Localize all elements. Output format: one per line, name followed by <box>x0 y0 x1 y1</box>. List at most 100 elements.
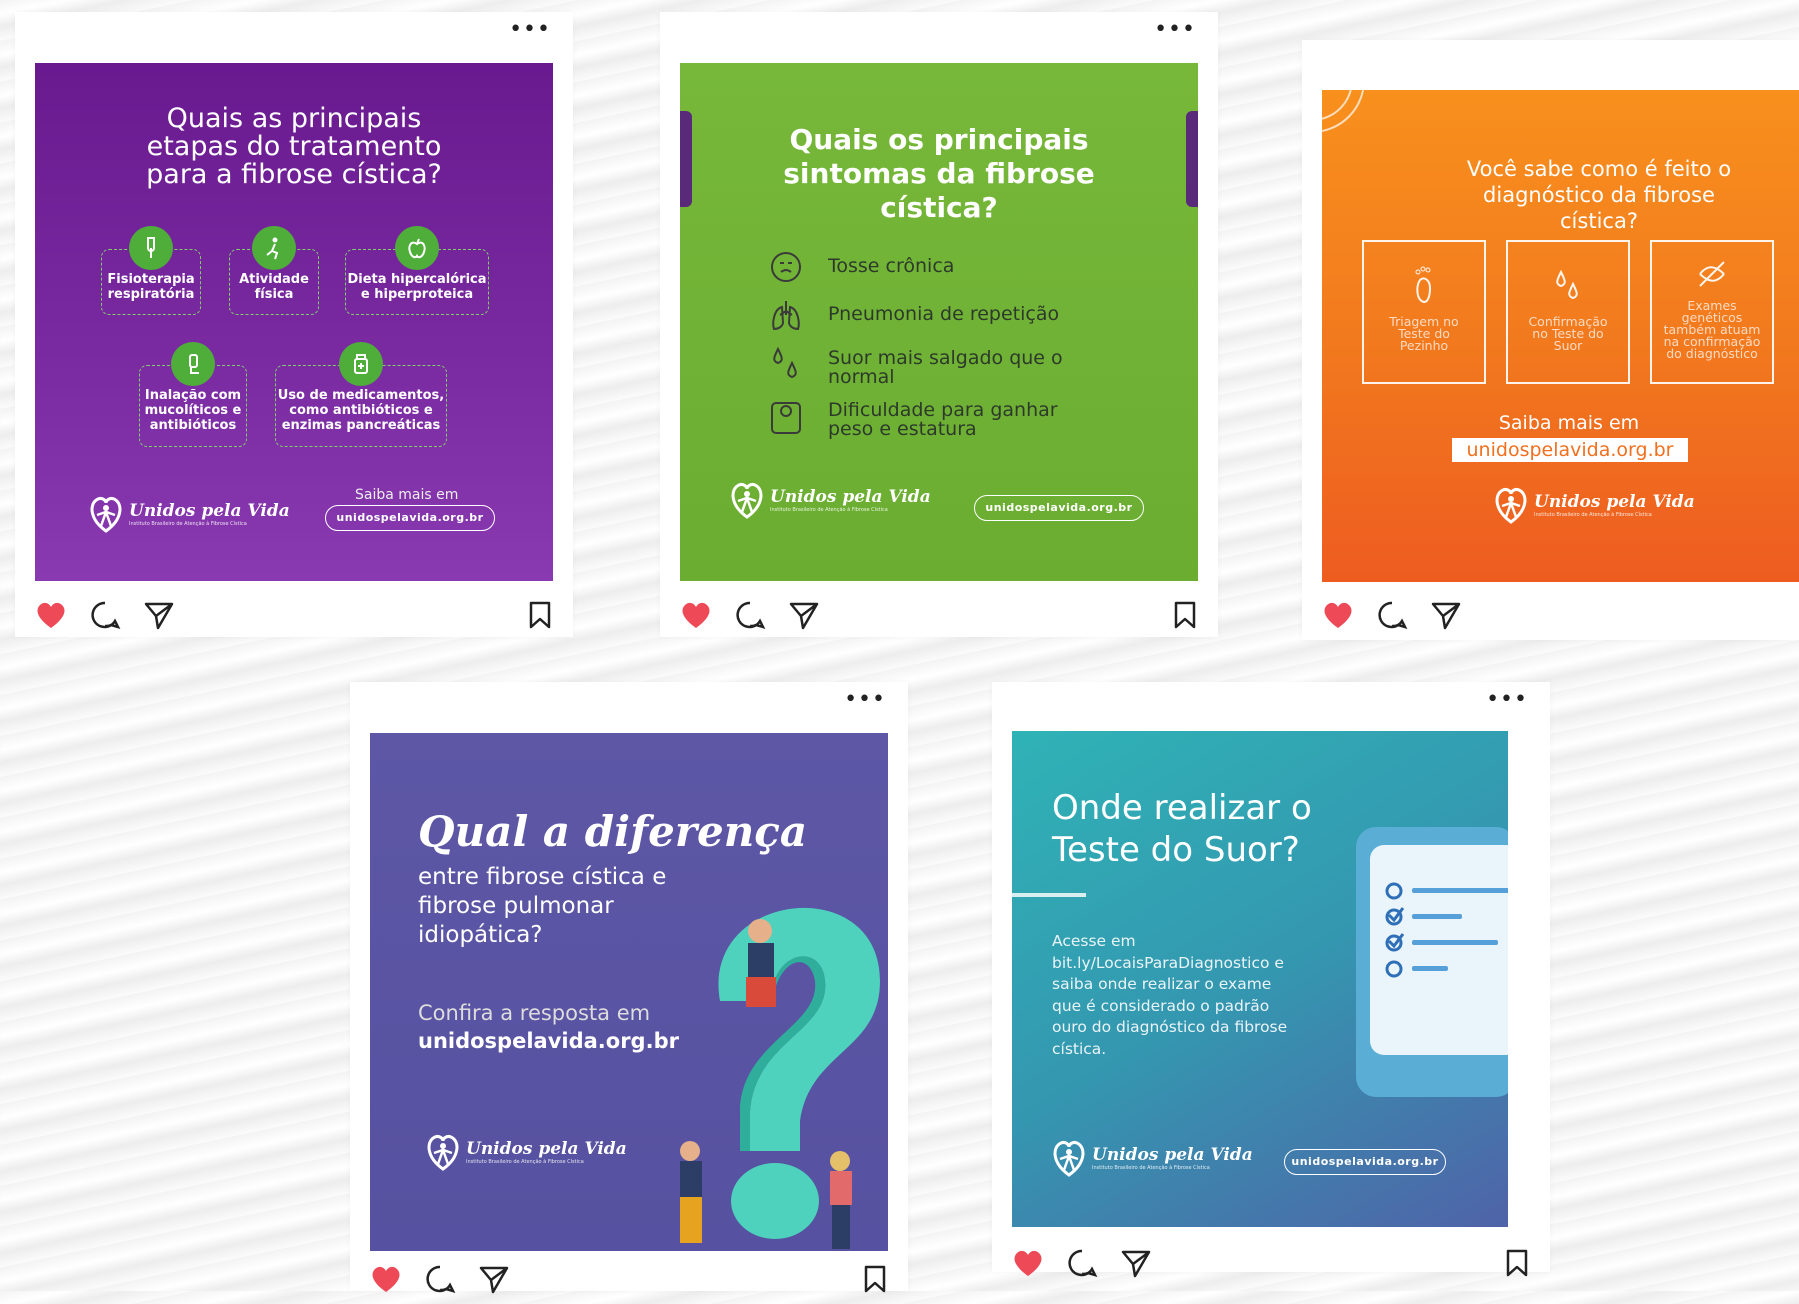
test-label: Confirmação no Teste do Suor <box>1528 314 1608 353</box>
more-options-button[interactable]: ••• <box>509 19 551 41</box>
cta-text: Saiba mais em <box>355 487 459 503</box>
post-image[interactable]: Quais as principais etapas do tratamento… <box>35 63 553 581</box>
heart-logo-icon <box>731 483 763 519</box>
brand-name: Unidos pela Vida <box>770 487 931 507</box>
test-label: Exames genéticos também atuam na confirm… <box>1663 298 1761 361</box>
post-image[interactable]: Quais os principais sintomas da fibrose … <box>680 63 1198 581</box>
action-bar <box>35 600 553 640</box>
post-card-4: ••• Qual a diferença entre fibrose císti… <box>350 682 908 1294</box>
inhaler-icon <box>171 342 215 386</box>
post-title: Onde realizar o Teste do Suor? <box>1052 788 1312 870</box>
cta-text: Saiba mais em <box>1498 412 1640 434</box>
more-options-button[interactable]: ••• <box>1486 689 1528 711</box>
test-label: Triagem no Teste do Pezinho <box>1389 314 1459 353</box>
post-body: Acesse em bit.ly/LocaisParaDiagnostico e… <box>1052 932 1288 1058</box>
test-box: Exames genéticos também atuam na confirm… <box>1650 240 1774 384</box>
action-bar <box>680 600 1198 640</box>
medicine-bottle-icon <box>339 342 383 386</box>
dna-icon <box>1699 261 1725 287</box>
comment-icon[interactable] <box>1376 600 1408 630</box>
comment-icon[interactable] <box>734 600 766 630</box>
apple-icon <box>395 226 439 270</box>
save-bookmark-icon[interactable] <box>1172 600 1198 630</box>
heart-logo-icon <box>90 497 122 533</box>
sweat-drops-icon <box>773 346 797 379</box>
comment-icon[interactable] <box>1066 1248 1098 1278</box>
step-box: Inalação com mucolíticos e antibióticos <box>139 342 247 447</box>
more-options-button[interactable]: ••• <box>1154 19 1196 41</box>
post-image[interactable]: Onde realizar o Teste do Suor? Acesse em… <box>1012 731 1508 1227</box>
post-image[interactable]: Qual a diferença entre fibrose cística e… <box>370 733 888 1251</box>
save-bookmark-icon[interactable] <box>1504 1248 1530 1278</box>
divider-line <box>1012 893 1086 897</box>
action-bar <box>1322 600 1779 640</box>
action-bar <box>1012 1248 1530 1288</box>
step-box: Dieta hipercalórica e hiperproteica <box>345 226 489 315</box>
post-image[interactable]: Você sabe como é feito o diagnóstico da … <box>1322 90 1799 582</box>
post-title: Quais as principais etapas do tratamento… <box>146 103 442 190</box>
brand-logo: Unidos pela Vida Instituto Brasileiro de … <box>1492 482 1695 528</box>
brand-name: Unidos pela Vida <box>129 501 290 521</box>
share-send-icon[interactable] <box>143 600 175 630</box>
cough-face-icon <box>771 252 801 282</box>
brand-name: Unidos pela Vida <box>1534 492 1695 512</box>
post-card-3: Você sabe como é feito o diagnóstico da … <box>1302 40 1799 640</box>
save-bookmark-icon[interactable] <box>862 1264 888 1294</box>
like-heart-icon[interactable] <box>1012 1248 1044 1278</box>
site-link[interactable]: unidospelavida.org.br <box>974 495 1144 521</box>
step-label: Dieta hipercalórica e hiperproteica <box>347 272 487 302</box>
symptom-item: Pneumonia de repetição <box>768 297 1059 338</box>
share-send-icon[interactable] <box>788 600 820 630</box>
step-label: Fisioterapia respiratória <box>107 272 195 302</box>
footprint-icon <box>1415 266 1432 304</box>
site-link[interactable]: unidospelavida.org.br <box>1452 438 1688 462</box>
brand-subtitle: Instituto Brasileiro de Atenção à Fibros… <box>1092 1165 1210 1171</box>
scale-icon <box>771 402 801 434</box>
sweat-drops-icon <box>1556 269 1578 300</box>
post-title: Você sabe como é feito o diagnóstico da … <box>1466 157 1732 233</box>
cta-text: Confira a resposta em <box>418 1001 651 1025</box>
heart-logo-icon <box>1053 1141 1085 1177</box>
symptom-label: Dificuldade para ganhar peso e estatura <box>828 399 1058 440</box>
share-send-icon[interactable] <box>1120 1248 1152 1278</box>
like-heart-icon[interactable] <box>1322 600 1354 630</box>
symptom-item: Suor mais salgado que o normal <box>768 345 1063 390</box>
step-box: Fisioterapia respiratória <box>101 226 201 315</box>
like-heart-icon[interactable] <box>35 600 67 630</box>
symptom-label: Pneumonia de repetição <box>828 303 1060 325</box>
site-link[interactable]: unidospelavida.org.br <box>418 1029 679 1053</box>
action-bar <box>370 1264 888 1304</box>
symptom-label: Suor mais salgado que o normal <box>828 347 1063 388</box>
more-options-button[interactable]: ••• <box>844 689 886 711</box>
step-label: Atividade física <box>239 272 309 302</box>
post-card-2: ••• Quais os principais sintomas da fibr… <box>660 12 1218 637</box>
comment-icon[interactable] <box>89 600 121 630</box>
brand-name: Unidos pela Vida <box>466 1139 627 1159</box>
post-card-5: ••• Onde realizar o Teste do Suor? Acess… <box>992 682 1550 1278</box>
post-title: Quais os principais sintomas da fibrose … <box>783 123 1095 224</box>
decor-rings <box>1322 90 1365 133</box>
test-box: Confirmação no Teste do Suor <box>1506 240 1630 384</box>
share-send-icon[interactable] <box>478 1264 510 1294</box>
heart-logo-icon <box>1495 488 1527 524</box>
comment-icon[interactable] <box>424 1264 456 1294</box>
brand-logo: Unidos pela Vida Instituto Brasileiro de … <box>424 1129 627 1175</box>
brand-subtitle: Instituto Brasileiro de Atenção à Fibros… <box>770 507 888 513</box>
brand-logo: Unidos pela Vida Instituto Brasileiro de … <box>728 477 931 523</box>
share-send-icon[interactable] <box>1430 600 1462 630</box>
post-card-1: ••• Quais as principais etapas do tratam… <box>15 12 573 637</box>
heart-logo-icon <box>427 1135 459 1171</box>
lungs-icon <box>129 226 173 270</box>
like-heart-icon[interactable] <box>370 1264 402 1294</box>
brand-subtitle: Instituto Brasileiro de Atenção à Fibros… <box>1534 512 1652 518</box>
checklist-illustration <box>1356 827 1508 1097</box>
symptom-item: Tosse crônica <box>768 249 954 290</box>
step-box: Atividade física <box>229 226 319 315</box>
like-heart-icon[interactable] <box>680 600 712 630</box>
question-mark-illustration <box>680 907 880 1249</box>
test-box: Triagem no Teste do Pezinho <box>1362 240 1486 384</box>
save-bookmark-icon[interactable] <box>527 600 553 630</box>
brand-logo: Unidos pela Vida Instituto Brasileiro de … <box>87 491 290 537</box>
site-link[interactable]: unidospelavida.org.br <box>325 505 495 531</box>
site-link[interactable]: unidospelavida.org.br <box>1284 1149 1446 1175</box>
